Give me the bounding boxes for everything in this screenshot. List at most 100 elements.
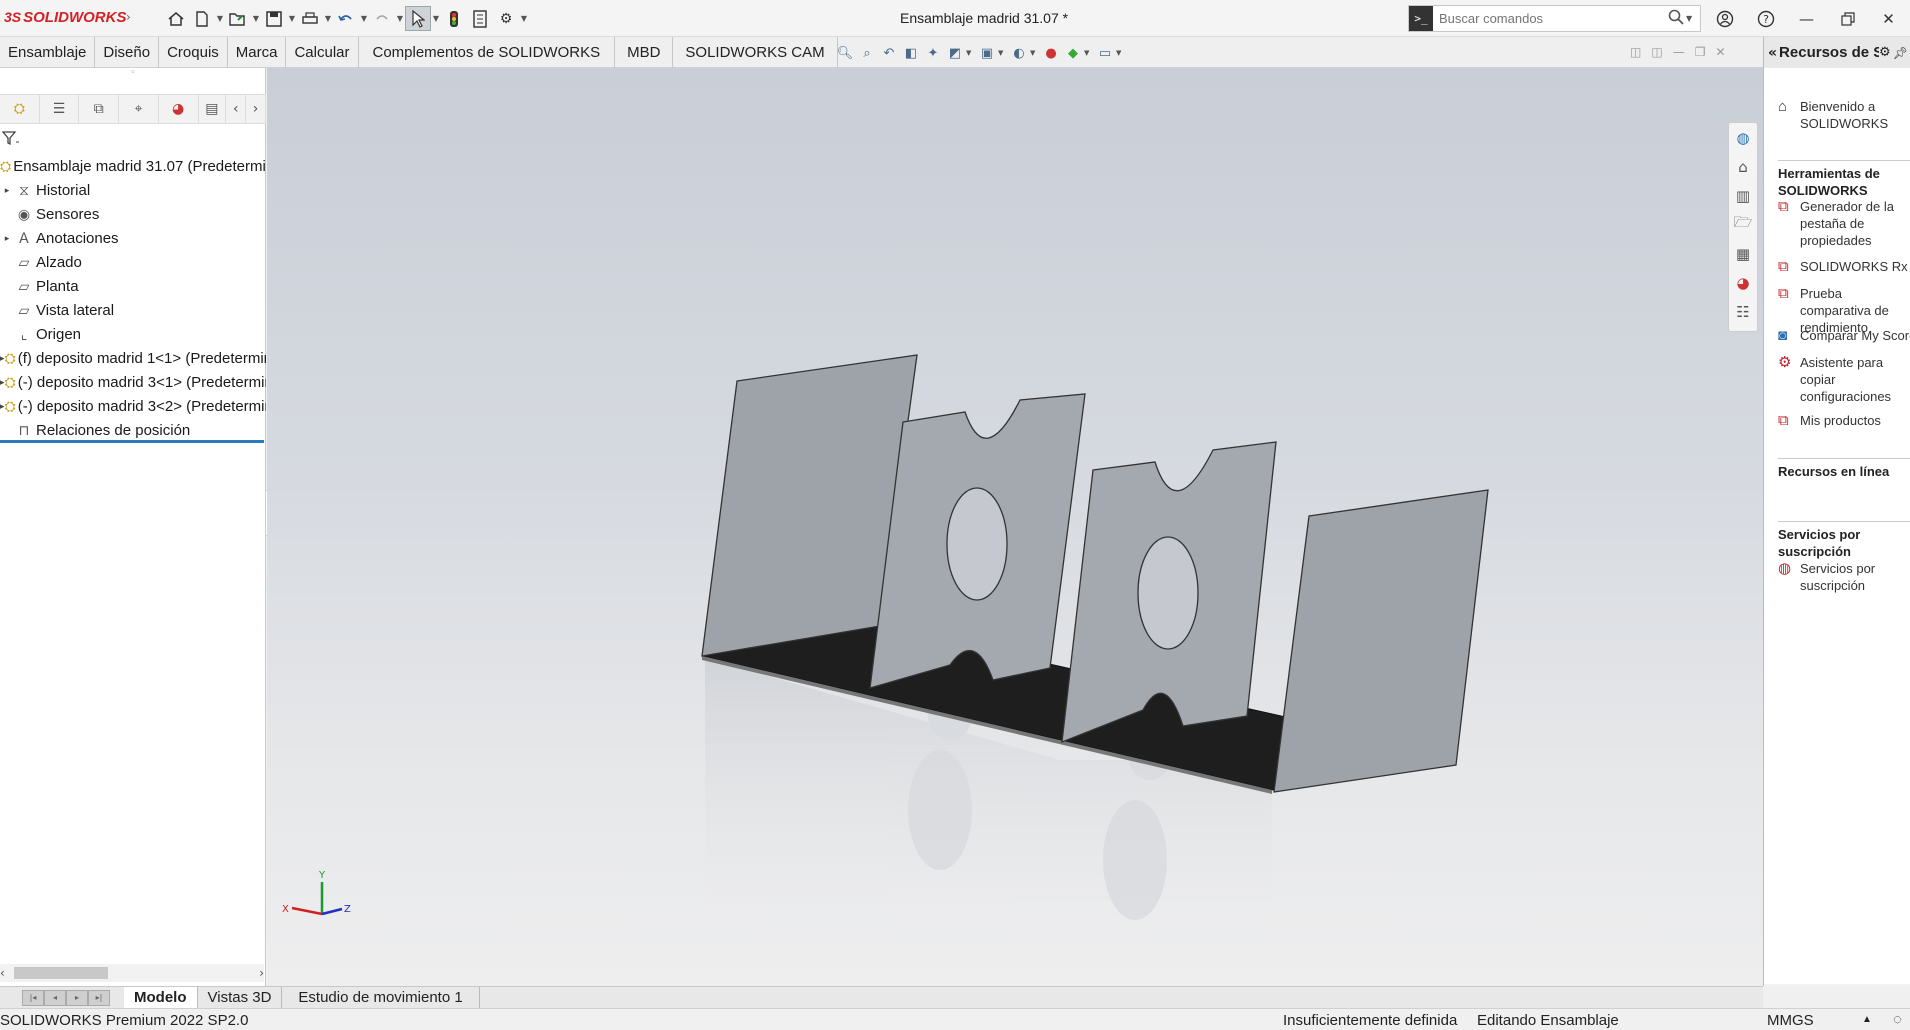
- tab-solidworks-cam[interactable]: SOLIDWORKS CAM: [673, 37, 838, 68]
- tree-item-relaciones[interactable]: ⊓ Relaciones de posición: [0, 418, 266, 442]
- edit-appearance-icon[interactable]: ●: [1040, 42, 1062, 64]
- collapse-panel-icon[interactable]: «: [1768, 45, 1777, 61]
- section-view-icon[interactable]: ◧: [900, 42, 922, 64]
- select-dropdown-icon[interactable]: ▼: [431, 14, 441, 23]
- expand-arrow-icon[interactable]: ▸: [0, 233, 14, 244]
- redo-icon[interactable]: [369, 6, 395, 31]
- dimxpert-tab-icon[interactable]: ⌖: [119, 95, 159, 123]
- minimize-icon[interactable]: —: [1786, 6, 1827, 31]
- tool-compare-my-scores[interactable]: ◙Comparar My Scores: [1778, 327, 1910, 344]
- panel-grip[interactable]: ◦: [0, 68, 266, 82]
- print-dropdown-icon[interactable]: ▼: [323, 14, 333, 23]
- home-tab-icon[interactable]: ⌂: [1729, 152, 1757, 181]
- tab-complementos[interactable]: Complementos de SOLIDWORKS: [359, 37, 616, 68]
- options-gear-icon[interactable]: ⚙: [493, 6, 519, 31]
- save-icon[interactable]: [261, 6, 287, 31]
- new-dropdown-icon[interactable]: ▼: [215, 14, 225, 23]
- save-dropdown-icon[interactable]: ▼: [287, 14, 297, 23]
- tool-property-tab-builder[interactable]: ⧉ Generador de la pestaña de propiedades: [1778, 198, 1910, 249]
- menu-arrow-icon[interactable]: ›: [126, 10, 131, 24]
- tree-item-sensores[interactable]: ◉ Sensores: [0, 202, 266, 226]
- view-palette-tab-icon[interactable]: ▦: [1729, 239, 1757, 268]
- tree-item-anotaciones[interactable]: ▸ Ａ Anotaciones: [0, 226, 266, 250]
- panel-options-icon[interactable]: ⚙: [1879, 45, 1891, 60]
- tab-diseno[interactable]: Diseño: [95, 37, 160, 68]
- home-icon[interactable]: [163, 6, 189, 31]
- tree-rollback-bar[interactable]: [0, 440, 264, 443]
- scroll-left-icon[interactable]: ‹: [0, 966, 5, 980]
- scene-dropdown-icon[interactable]: ▼: [1084, 49, 1094, 57]
- file-properties-icon[interactable]: [467, 6, 493, 31]
- previous-view-icon[interactable]: ↶: [878, 42, 900, 64]
- search-input[interactable]: [1433, 7, 1666, 30]
- resources-horizontal-scrollbar[interactable]: ‹ ›: [1764, 984, 1910, 986]
- tree-root-assembly[interactable]: ⛭Ensamblaje madrid 31.07 (Predeterminado…: [0, 154, 266, 178]
- assembly-model[interactable]: [267, 68, 1763, 986]
- tools-heading[interactable]: Herramientas de SOLIDWORKS: [1778, 160, 1910, 199]
- restore-icon[interactable]: [1827, 6, 1868, 31]
- view-orientation-dropdown-icon[interactable]: ▼: [966, 49, 976, 57]
- tree-item-part[interactable]: ▸⛭(f) deposito madrid 1<1> (Predetermina…: [0, 346, 266, 370]
- appearances-tab-icon[interactable]: ◕: [1729, 268, 1757, 297]
- tabs-left-arrow-icon[interactable]: ‹: [226, 95, 247, 123]
- scroll-thumb[interactable]: [14, 967, 108, 979]
- property-manager-tab-icon[interactable]: ☰: [40, 95, 80, 123]
- custom-properties-tab-icon[interactable]: ☷: [1729, 297, 1757, 326]
- subscription-services-link[interactable]: ◍ Servicios por suscripción: [1778, 560, 1910, 594]
- configuration-manager-tab-icon[interactable]: ⧉: [79, 95, 120, 123]
- display-style-icon[interactable]: ▣: [976, 42, 998, 64]
- new-document-icon[interactable]: [189, 6, 215, 31]
- print-icon[interactable]: [297, 6, 323, 31]
- search-icon[interactable]: [1666, 9, 1686, 29]
- online-resources-heading[interactable]: Recursos en línea: [1778, 458, 1910, 480]
- tab-ensamblaje[interactable]: Ensamblaje: [0, 37, 96, 68]
- tab-vistas-3d[interactable]: Vistas 3D: [198, 986, 283, 1009]
- solidworks-logo[interactable]: 3S SOLIDWORKS: [4, 9, 126, 26]
- zoom-to-area-icon[interactable]: ⌕: [856, 42, 878, 64]
- tool-my-products[interactable]: ⧉ Mis productos: [1778, 412, 1881, 429]
- tree-item-alzado[interactable]: ▱ Alzado: [0, 250, 266, 274]
- tree-horizontal-scrollbar[interactable]: ‹ ›: [0, 964, 264, 982]
- welcome-link[interactable]: ⌂ Bienvenido a SOLIDWORKS: [1778, 98, 1910, 132]
- tree-item-planta[interactable]: ▱ Planta: [0, 274, 266, 298]
- tab-estudio-movimiento[interactable]: Estudio de movimiento 1: [282, 986, 480, 1009]
- notifications-icon[interactable]: ◌: [1893, 1011, 1902, 1028]
- undo-icon[interactable]: [333, 6, 359, 31]
- account-icon[interactable]: [1704, 6, 1745, 31]
- dynamic-annotation-icon[interactable]: ✦: [922, 42, 944, 64]
- tree-item-vista-lateral[interactable]: ▱ Vista lateral: [0, 298, 266, 322]
- pin-icon[interactable]: 📌︎: [1893, 46, 1908, 60]
- tile-horizontal-icon[interactable]: ◫: [1630, 45, 1641, 59]
- tab-mbd[interactable]: MBD: [615, 37, 674, 68]
- tool-copy-settings-wizard[interactable]: ⚙ Asistente para copiar configuraciones: [1778, 354, 1900, 405]
- zoom-to-fit-icon[interactable]: 🔍︎: [834, 42, 856, 64]
- expand-arrow-icon[interactable]: ▸: [0, 185, 14, 196]
- tree-item-origen[interactable]: ⌞ Origen: [0, 322, 266, 346]
- file-explorer-tab-icon[interactable]: 🗁︎: [1729, 210, 1757, 239]
- hide-show-items-icon[interactable]: ◐: [1008, 42, 1030, 64]
- rebuild-icon[interactable]: [441, 6, 467, 31]
- tabs-right-arrow-icon[interactable]: ›: [246, 95, 267, 123]
- doc-restore-icon[interactable]: ❐: [1695, 45, 1706, 59]
- units-selector[interactable]: MMGS: [1767, 1012, 1814, 1029]
- apply-scene-icon[interactable]: ◆: [1062, 42, 1084, 64]
- redo-dropdown-icon[interactable]: ▼: [395, 14, 405, 23]
- subscription-heading[interactable]: Servicios por suscripción: [1778, 521, 1910, 560]
- design-library-tab-icon[interactable]: ▥: [1729, 181, 1757, 210]
- hide-show-dropdown-icon[interactable]: ▼: [1030, 49, 1040, 57]
- view-settings-icon[interactable]: ▭: [1094, 42, 1116, 64]
- first-tab-icon[interactable]: |◂: [22, 989, 44, 1006]
- next-tab-icon[interactable]: ▸: [66, 989, 88, 1006]
- display-style-dropdown-icon[interactable]: ▼: [998, 49, 1008, 57]
- close-icon[interactable]: ✕: [1868, 6, 1909, 31]
- units-dropdown-icon[interactable]: ▲: [1862, 1014, 1872, 1025]
- feature-manager-tab-icon[interactable]: ⛭: [0, 95, 40, 123]
- tree-item-historial[interactable]: ▸ ⧖ Historial: [0, 178, 266, 202]
- view-orientation-icon[interactable]: ◩: [944, 42, 966, 64]
- doc-minimize-icon[interactable]: —: [1673, 45, 1685, 59]
- view-settings-dropdown-icon[interactable]: ▼: [1116, 49, 1126, 57]
- solidworks-resources-tab-icon[interactable]: ◍: [1729, 123, 1757, 152]
- tab-calcular[interactable]: Calcular: [286, 37, 359, 68]
- display-manager-tab-icon[interactable]: ◕: [159, 95, 199, 123]
- doc-close-icon[interactable]: ✕: [1715, 45, 1725, 59]
